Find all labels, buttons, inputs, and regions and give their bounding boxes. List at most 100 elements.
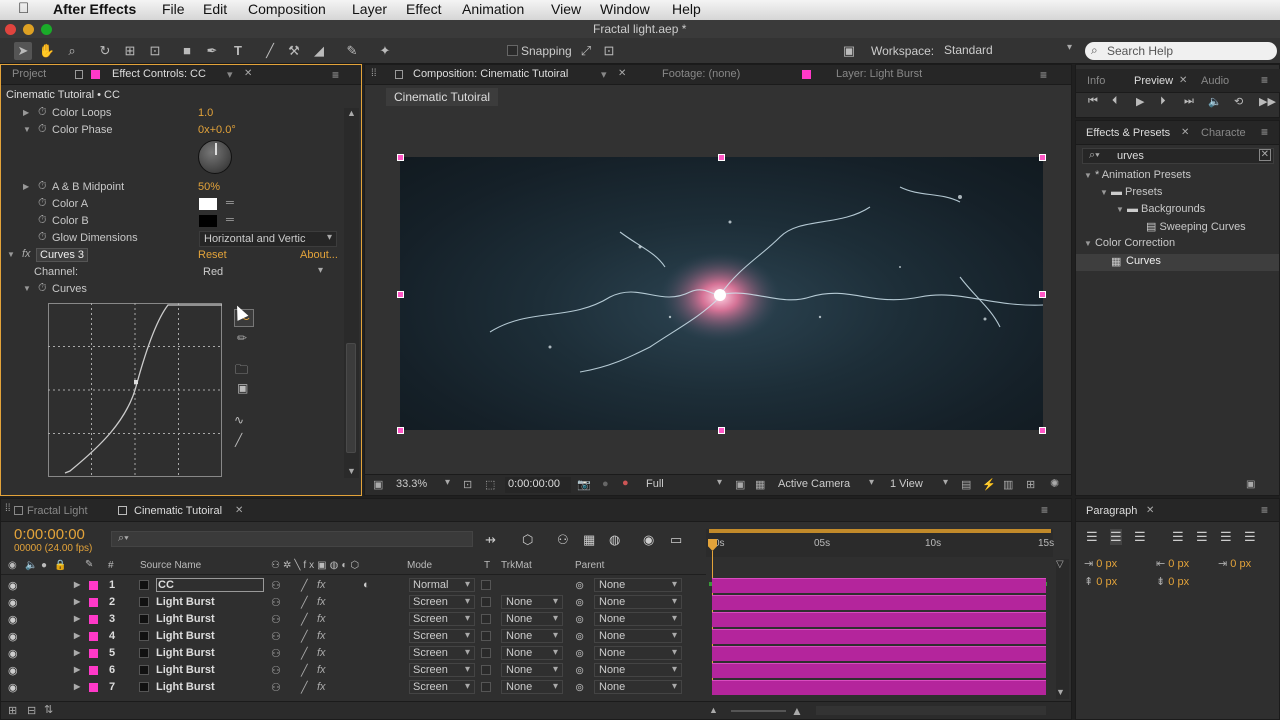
selection-handle[interactable] [1039,154,1046,161]
indent-right-field[interactable]: ⇤ 0 px [1156,557,1189,570]
preserve-transparency-toggle[interactable] [481,648,491,658]
menu-help[interactable]: Help [672,1,701,17]
pickwhip-icon[interactable]: ⊚ [575,630,584,643]
eye-icon[interactable]: ◉ [8,664,18,677]
quality-switch-icon[interactable]: ╱ [301,596,308,609]
justify-right-icon[interactable]: ☰ [1220,529,1232,545]
mode-select[interactable]: Screen [409,629,475,643]
minimize-window-button[interactable] [23,24,34,35]
stopwatch-icon[interactable]: ⏱ [38,197,47,210]
selection-handle[interactable] [1039,427,1046,434]
expand-arrow-icon[interactable]: ▶ [74,648,80,657]
timeline-vscrollbar[interactable]: ▽ ▼ [1056,559,1069,699]
layer-name[interactable]: CC [156,578,264,592]
layer-name[interactable]: Light Burst [156,664,215,676]
next-frame-icon[interactable]: ⏵ [1160,95,1166,108]
mode-header[interactable]: Mode [407,560,432,571]
linear-icon[interactable]: ╱ [235,433,242,447]
stopwatch-icon[interactable]: ⏱ [38,214,47,227]
pickwhip-icon[interactable]: ⊚ [575,681,584,694]
fx-switch-icon[interactable]: fx [317,647,326,659]
glow-dimensions-select[interactable]: Horizontal and Vertic [199,231,337,247]
align-right-icon[interactable]: ☰ [1134,529,1146,545]
close-tab-icon[interactable]: ✕ [235,505,243,516]
layer-duration-bar[interactable] [712,612,1046,627]
adjustment-layer-icon[interactable]: ◐ [363,579,370,591]
snap-options-icon[interactable]: ⤢ [577,42,595,60]
clone-stamp-tool-icon[interactable]: ⚒ [285,42,303,60]
menu-window[interactable]: Window [600,1,650,17]
expand-arrow-icon[interactable]: ▶ [74,682,80,691]
panel-menu-icon[interactable]: ≡ [1261,503,1268,517]
menu-layer[interactable]: Layer [352,1,387,17]
reset-link[interactable]: Reset [198,249,227,261]
new-folder-icon[interactable]: ▣ [1246,479,1255,490]
snap-target-icon[interactable]: ⊡ [600,42,618,60]
stopwatch-icon[interactable]: ⏱ [38,231,47,244]
always-preview-icon[interactable]: ▣ [373,478,383,491]
menu-file[interactable]: File [162,1,185,17]
layer-row[interactable]: ◉ ▶ 7 Light Burst ⚇ ╱ fx Screen None ⊚ None [1,679,706,696]
indent-left-field[interactable]: ⇥ 0 px [1084,557,1117,570]
resolution-select[interactable]: Full [642,477,726,493]
open-folder-icon[interactable]: 🗀 [235,361,248,383]
pickwhip-icon[interactable]: ⊚ [575,579,584,592]
layer-row[interactable]: ◉ ▶ 5 Light Burst ⚇ ╱ fx Screen None ⊚ None [1,645,706,662]
prev-frame-icon[interactable]: ⏴ [1112,95,1118,108]
pickwhip-icon[interactable]: ⊚ [575,596,584,609]
mode-select[interactable]: Normal [409,578,475,592]
trkmat-select[interactable]: None [501,612,563,626]
fx-switch-icon[interactable]: fx [317,596,326,608]
parent-select[interactable]: None [594,578,682,592]
zoom-tool-icon[interactable]: ⌕ [63,42,81,60]
label-color-swatch[interactable] [89,683,98,692]
rotate-tool-icon[interactable]: ↻ [96,42,114,60]
trkmat-select[interactable]: None [501,646,563,660]
layer-duration-bar[interactable] [712,646,1046,661]
label-color-swatch[interactable] [89,615,98,624]
layer-name[interactable]: Light Burst [156,596,215,608]
align-left-icon[interactable]: ☰ [1086,529,1098,545]
tree-item-presets[interactable]: ▼ ▬ Presets [1100,186,1162,203]
layer-row[interactable]: ◉ ▶ 1 CC ⚇ ╱ fx ◐ Normal ⊚ None [1,577,706,594]
lock-icon[interactable] [75,70,83,79]
color-phase-value[interactable]: 0x+0.0° [198,124,236,136]
preserve-transparency-toggle[interactable] [481,597,491,607]
region-icon[interactable]: ▣ [735,478,745,491]
curves-graph[interactable] [48,303,222,477]
work-area-bar[interactable] [709,529,1051,533]
shy-switch-icon[interactable]: ⚇ [271,664,281,677]
label-color-swatch[interactable] [89,666,98,675]
camera-tool-icon[interactable]: ⊞ [121,42,139,60]
preserve-transparency-toggle[interactable] [481,665,491,675]
shy-switch-icon[interactable]: ⚇ [271,596,281,609]
layer-duration-bar[interactable] [712,578,1046,593]
layer-name[interactable]: Light Burst [156,630,215,642]
indent-first-field[interactable]: ⇥ 0 px [1218,557,1251,570]
frame-blending-icon[interactable]: ▦ [583,532,595,548]
menu-composition[interactable]: Composition [248,1,326,17]
brush-tool-icon[interactable]: ╱ [261,42,279,60]
justify-left-icon[interactable]: ☰ [1172,529,1184,545]
align-center-icon[interactable]: ☰ [1110,529,1122,545]
selection-tool-icon[interactable]: ➤ [14,42,32,60]
about-link[interactable]: About... [300,249,338,261]
effect-name[interactable]: Curves 3 [36,248,89,262]
time-zoom-slider[interactable] [731,710,786,712]
ram-preview-icon[interactable]: ▶▶ [1259,95,1276,108]
selection-handle[interactable] [397,291,404,298]
tab-dropdown-icon[interactable]: ▾ [601,68,607,81]
layer-duration-bar[interactable] [712,680,1046,695]
fx-icon[interactable]: fx [22,248,31,260]
parent-select[interactable]: None [594,680,682,694]
first-frame-icon[interactable]: ⏮ [1088,95,1098,108]
source-name-header[interactable]: Source Name [140,560,201,571]
shy-switch-icon[interactable]: ⚇ [271,647,281,660]
quality-switch-icon[interactable]: ╱ [301,613,308,626]
label-color-swatch[interactable] [89,598,98,607]
ab-midpoint-value[interactable]: 50% [198,181,220,193]
layer-row[interactable]: ◉ ▶ 3 Light Burst ⚇ ╱ fx Screen None ⊚ None [1,611,706,628]
parent-select[interactable]: None [594,663,682,677]
workspace-select[interactable]: Standard [940,42,1076,58]
layer-name[interactable]: Light Burst [156,647,215,659]
